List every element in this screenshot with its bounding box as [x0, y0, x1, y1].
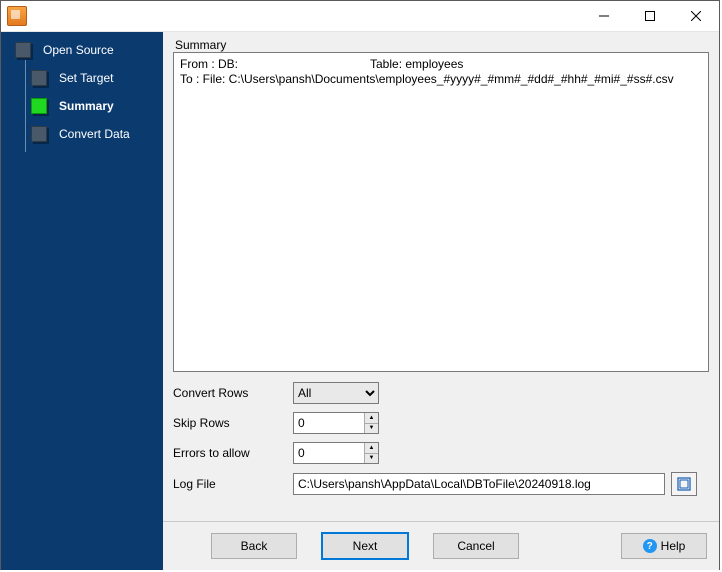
- label-errors-allow: Errors to allow: [173, 446, 293, 460]
- help-button[interactable]: ? Help: [621, 533, 707, 559]
- skip-rows-spinner: ▲ ▼: [293, 412, 379, 434]
- back-button[interactable]: Back: [211, 533, 297, 559]
- sidebar-item-label: Set Target: [59, 71, 113, 85]
- options-form: Convert Rows All Skip Rows ▲ ▼: [173, 382, 709, 504]
- label-log-file: Log File: [173, 477, 293, 491]
- main-panel: Summary From : DB:Table: employees To : …: [163, 32, 719, 570]
- log-file-input[interactable]: [293, 473, 665, 495]
- sidebar-item-label: Open Source: [43, 43, 114, 57]
- cancel-button[interactable]: Cancel: [433, 533, 519, 559]
- app-window: Open Source Set Target Summary Convert D…: [0, 0, 720, 570]
- maximize-button[interactable]: [627, 1, 673, 31]
- row-skip-rows: Skip Rows ▲ ▼: [173, 412, 709, 434]
- window-controls: [581, 1, 719, 31]
- row-log-file: Log File: [173, 472, 709, 496]
- summary-to-text: To : File: C:\Users\pansh\Documents\empl…: [180, 72, 674, 86]
- summary-heading: Summary: [173, 38, 709, 52]
- summary-text-area[interactable]: From : DB:Table: employees To : File: C:…: [173, 52, 709, 372]
- titlebar-left: [1, 6, 27, 26]
- body: Open Source Set Target Summary Convert D…: [1, 32, 719, 570]
- help-label: Help: [661, 539, 686, 553]
- label-skip-rows: Skip Rows: [173, 416, 293, 430]
- convert-rows-select[interactable]: All: [293, 382, 379, 404]
- skip-rows-input[interactable]: [294, 413, 364, 433]
- summary-group: Summary From : DB:Table: employees To : …: [173, 38, 709, 372]
- skip-rows-down-icon[interactable]: ▼: [365, 424, 378, 434]
- summary-from-text: From : DB:: [180, 57, 370, 72]
- sidebar-tree-line: [25, 44, 26, 152]
- row-errors-allow: Errors to allow ▲ ▼: [173, 442, 709, 464]
- cancel-label: Cancel: [457, 539, 494, 553]
- summary-from-table: Table: employees: [370, 57, 463, 71]
- folder-icon: [677, 477, 691, 491]
- step-icon: [31, 98, 47, 114]
- close-button[interactable]: [673, 1, 719, 31]
- help-icon: ?: [643, 539, 657, 553]
- app-icon: [7, 6, 27, 26]
- next-button[interactable]: Next: [321, 532, 409, 560]
- step-icon: [15, 42, 31, 58]
- errors-allow-spinner: ▲ ▼: [293, 442, 379, 464]
- titlebar: [1, 1, 719, 32]
- errors-up-icon[interactable]: ▲: [365, 443, 378, 454]
- sidebar: Open Source Set Target Summary Convert D…: [1, 32, 163, 570]
- skip-rows-up-icon[interactable]: ▲: [365, 413, 378, 424]
- button-bar: Back Next Cancel ? Help: [163, 521, 719, 570]
- sidebar-item-label: Convert Data: [59, 127, 130, 141]
- minimize-button[interactable]: [581, 1, 627, 31]
- row-convert-rows: Convert Rows All: [173, 382, 709, 404]
- errors-down-icon[interactable]: ▼: [365, 454, 378, 464]
- step-icon: [31, 126, 47, 142]
- step-icon: [31, 70, 47, 86]
- label-convert-rows: Convert Rows: [173, 386, 293, 400]
- browse-log-button[interactable]: [671, 472, 697, 496]
- next-label: Next: [353, 539, 378, 553]
- sidebar-item-label: Summary: [59, 99, 114, 113]
- back-label: Back: [241, 539, 268, 553]
- errors-allow-input[interactable]: [294, 443, 364, 463]
